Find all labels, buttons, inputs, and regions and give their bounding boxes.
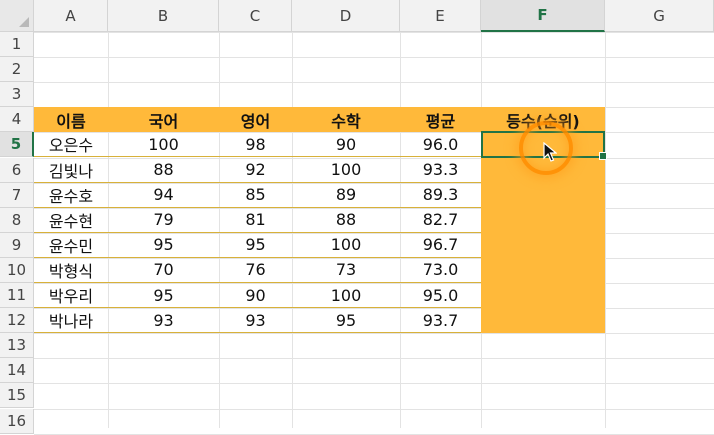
column-header-c[interactable]: C xyxy=(219,0,292,32)
row-header-12[interactable]: 12 xyxy=(0,308,34,334)
table-header-cell[interactable]: 평균 xyxy=(400,107,481,133)
name-cell[interactable]: 김빛나 xyxy=(34,158,108,183)
grid-line xyxy=(34,433,714,435)
table-header-cell[interactable]: 국어 xyxy=(108,107,219,133)
score-cell[interactable]: 100 xyxy=(292,233,400,258)
score-cell[interactable]: 79 xyxy=(108,208,219,233)
score-cell[interactable]: 100 xyxy=(108,132,219,158)
score-cell[interactable]: 95.0 xyxy=(400,283,481,309)
grid-line xyxy=(34,32,714,33)
row-header-14[interactable]: 14 xyxy=(0,358,34,384)
score-cell[interactable]: 94 xyxy=(108,183,219,208)
select-all-triangle-icon xyxy=(19,17,29,27)
spreadsheet-grid[interactable]: A B C D E F G 1 2 3 4 5 6 7 8 9 10 11 12 13 14 15 16 이름 국어 영어 수학 평균… xyxy=(0,0,714,435)
score-cell[interactable]: 70 xyxy=(108,258,219,283)
row-header-11[interactable]: 11 xyxy=(0,283,34,309)
score-cell[interactable]: 95 xyxy=(108,233,219,258)
name-cell[interactable]: 오은수 xyxy=(34,132,108,158)
score-cell[interactable]: 76 xyxy=(219,258,292,283)
column-header-d[interactable]: D xyxy=(292,0,400,32)
column-header-f[interactable]: F xyxy=(481,0,605,32)
row-header-3[interactable]: 3 xyxy=(0,82,34,108)
score-cell[interactable]: 93 xyxy=(219,308,292,334)
score-cell[interactable]: 98 xyxy=(219,132,292,158)
score-cell[interactable]: 88 xyxy=(292,208,400,233)
score-cell[interactable]: 95 xyxy=(292,308,400,334)
score-cell[interactable]: 92 xyxy=(219,158,292,183)
row-header-2[interactable]: 2 xyxy=(0,57,34,83)
score-cell[interactable]: 73.0 xyxy=(400,258,481,283)
row-header-5[interactable]: 5 xyxy=(0,132,34,158)
row-header-7[interactable]: 7 xyxy=(0,182,34,208)
grid-line xyxy=(605,32,606,428)
score-cell[interactable]: 88 xyxy=(108,158,219,183)
grid-line xyxy=(34,358,714,360)
grid-line xyxy=(34,333,714,335)
name-cell[interactable]: 박우리 xyxy=(34,283,108,309)
grid-line xyxy=(34,383,714,385)
score-cell[interactable]: 90 xyxy=(292,132,400,158)
row-header-15[interactable]: 15 xyxy=(0,383,34,409)
score-cell[interactable]: 96.0 xyxy=(400,132,481,158)
column-header-b[interactable]: B xyxy=(108,0,219,32)
name-cell[interactable]: 윤수현 xyxy=(34,208,108,233)
score-cell[interactable]: 90 xyxy=(219,283,292,309)
row-header-16[interactable]: 16 xyxy=(0,408,34,434)
row-header-6[interactable]: 6 xyxy=(0,157,34,183)
grid-line xyxy=(34,408,714,410)
row-header-9[interactable]: 9 xyxy=(0,232,34,258)
name-cell[interactable]: 박나라 xyxy=(34,308,108,334)
row-header-10[interactable]: 10 xyxy=(0,257,34,283)
score-cell[interactable]: 73 xyxy=(292,258,400,283)
column-header-g[interactable]: G xyxy=(605,0,714,32)
table-header-cell[interactable]: 수학 xyxy=(292,107,400,133)
score-cell[interactable]: 85 xyxy=(219,183,292,208)
table-header-cell[interactable]: 영어 xyxy=(219,107,292,133)
score-cell[interactable]: 82.7 xyxy=(400,208,481,233)
score-cell[interactable]: 95 xyxy=(108,283,219,309)
name-cell[interactable]: 윤수호 xyxy=(34,183,108,208)
score-cell[interactable]: 89 xyxy=(292,183,400,208)
grid-line xyxy=(34,82,714,84)
score-cell[interactable]: 93 xyxy=(108,308,219,334)
name-cell[interactable]: 박형식 xyxy=(34,258,108,283)
table-header-cell[interactable]: 이름 xyxy=(34,107,108,133)
score-cell[interactable]: 93.7 xyxy=(400,308,481,334)
column-header-a[interactable]: A xyxy=(34,0,108,32)
score-cell[interactable]: 93.3 xyxy=(400,158,481,183)
row-header-8[interactable]: 8 xyxy=(0,207,34,233)
score-cell[interactable]: 100 xyxy=(292,283,400,309)
select-all-corner[interactable] xyxy=(0,0,34,32)
row-header-4[interactable]: 4 xyxy=(0,107,34,133)
score-cell[interactable]: 100 xyxy=(292,158,400,183)
column-header-e[interactable]: E xyxy=(400,0,481,32)
score-cell[interactable]: 89.3 xyxy=(400,183,481,208)
mouse-pointer-icon xyxy=(543,142,557,162)
row-header-1[interactable]: 1 xyxy=(0,32,34,58)
grid-line xyxy=(34,57,714,59)
score-cell[interactable]: 96.7 xyxy=(400,233,481,258)
fill-handle[interactable] xyxy=(599,152,607,161)
score-cell[interactable]: 95 xyxy=(219,233,292,258)
score-cell[interactable]: 81 xyxy=(219,208,292,233)
row-header-13[interactable]: 13 xyxy=(0,333,34,359)
name-cell[interactable]: 윤수민 xyxy=(34,233,108,258)
